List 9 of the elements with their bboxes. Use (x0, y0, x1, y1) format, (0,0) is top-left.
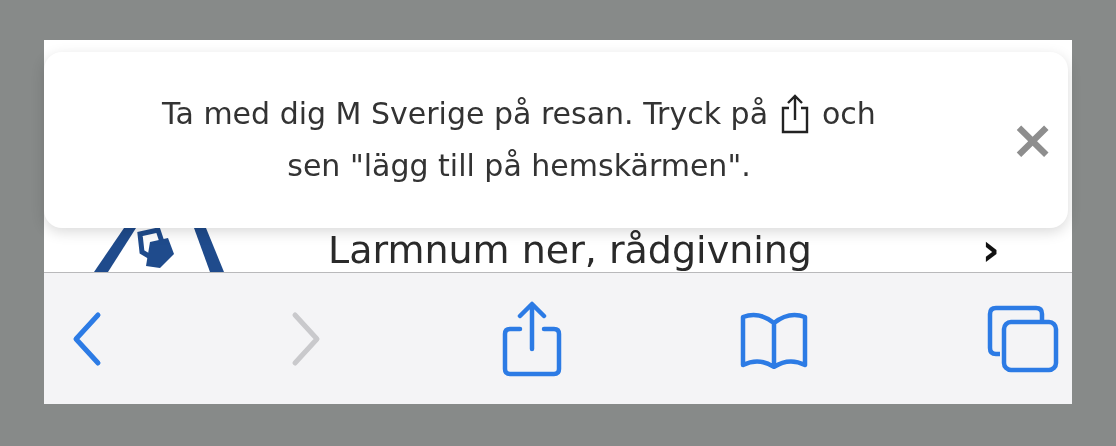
banner-text: och (822, 95, 876, 133)
chevron-icon: › (981, 228, 1000, 272)
banner-text: sen "lägg till på hemskärmen". (287, 147, 751, 185)
tabs-icon[interactable] (986, 303, 1060, 374)
share-icon (780, 94, 810, 134)
logo-icon (94, 228, 224, 272)
share-icon[interactable] (502, 300, 562, 377)
menu-item-label[interactable]: Larmnum ner, rådgivning (328, 228, 812, 272)
banner-text: Ta med dig M Sverige på resan. Tryck på (162, 95, 768, 133)
